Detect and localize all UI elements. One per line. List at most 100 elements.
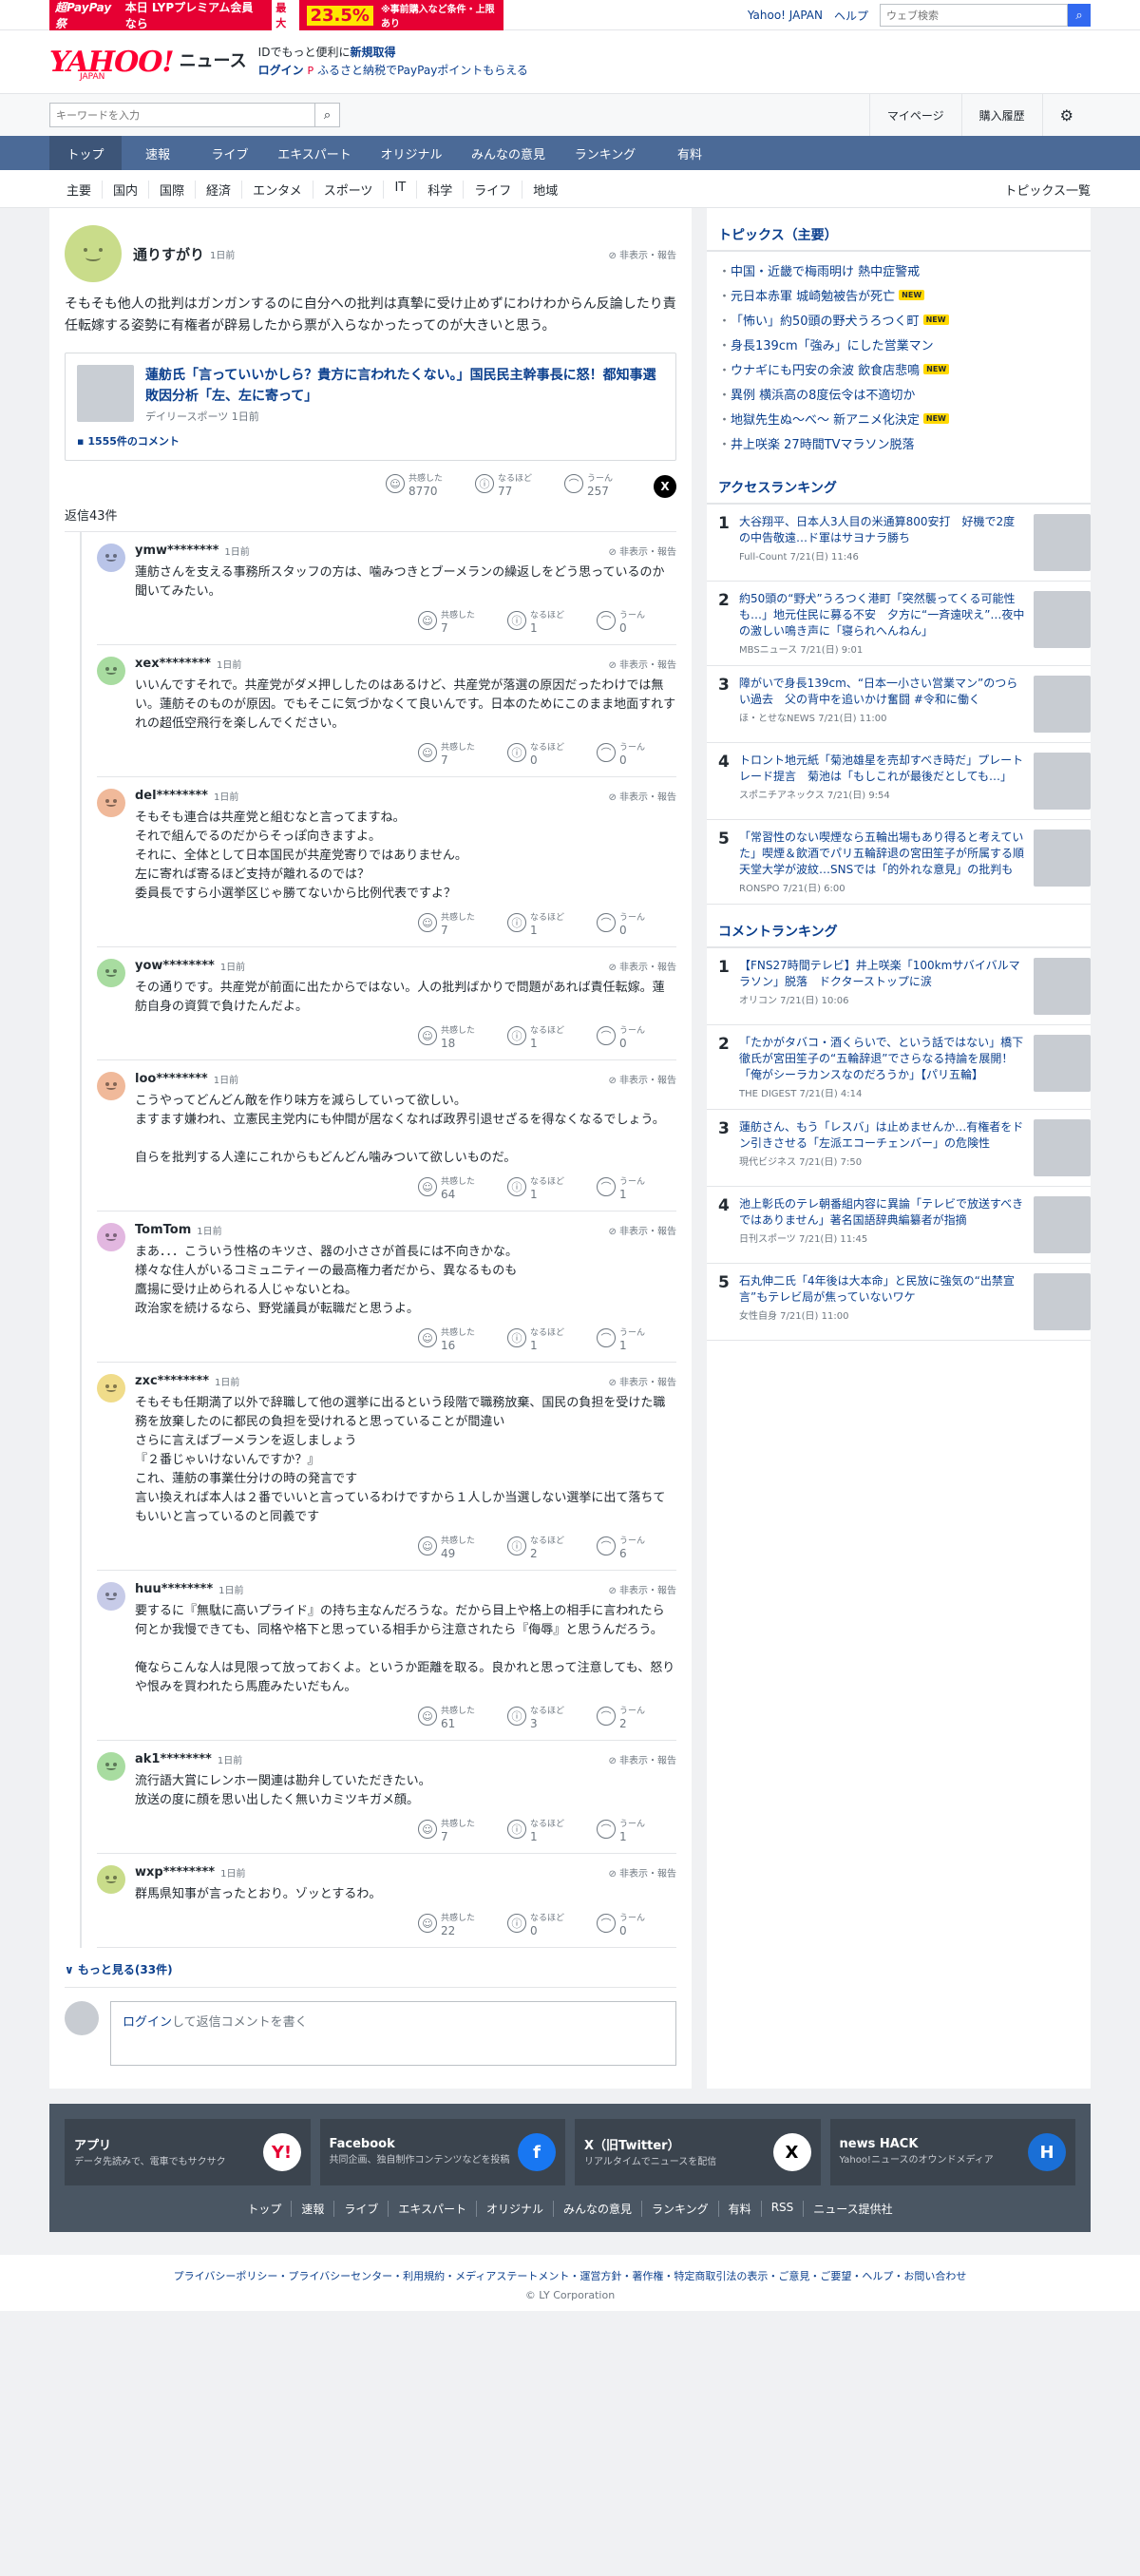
more-replies-button[interactable]: ∨ もっと見る(33件) [65, 1948, 676, 1987]
access-ranking-title[interactable]: アクセスランキング [707, 470, 1091, 505]
rank-thumbnail[interactable] [1034, 1119, 1091, 1176]
ranking-item[interactable]: 4 トロント地元紙「菊池雄星を売却すべき時だ」プレートレード提言 菊池は「もしこれ… [707, 743, 1091, 820]
report-link[interactable]: ⊘ 非表示・報告 [608, 959, 676, 973]
hmm-button[interactable]: ⌒ うーん 0 [597, 913, 676, 937]
rank-title[interactable]: 大谷翔平、日本人3人目の米通算800安打 好機で2度の中告敬遠…ド軍はサヨナラ勝… [739, 514, 1026, 546]
footer-card[interactable]: X（旧Twitter） リアルタイムでニュースを配信 X [575, 2119, 821, 2185]
nav-tab-2[interactable]: ライブ [194, 136, 266, 170]
x-share-icon[interactable]: X [654, 474, 676, 498]
agree-button[interactable]: ☺ 共感した 64 [418, 1177, 498, 1201]
article-title[interactable]: 蓮舫氏「言っていいかしら？貴方に言われたくない。」国民民主幹事長に怒！都知事選敗… [145, 365, 664, 407]
search-icon[interactable]: ⌕ [315, 103, 340, 127]
rank-thumbnail[interactable] [1034, 676, 1091, 733]
comment-user[interactable]: 通りすがり [133, 244, 204, 264]
footer-link[interactable]: トップ [238, 2201, 293, 2217]
footer-link[interactable]: オリジナル [477, 2201, 555, 2217]
naruhodo-button[interactable]: ⓘ なるほど 2 [507, 1536, 587, 1560]
footer-card[interactable]: アプリ データ先読みで、電車でもサクサク Y! [65, 2119, 311, 2185]
article-card[interactable]: 蓮舫氏「言っていいかしら？貴方に言われたくない。」国民民主幹事長に怒！都知事選敗… [65, 353, 676, 461]
subnav-item-7[interactable]: 科学 [417, 180, 465, 199]
yahoo-logo[interactable]: YAHOO! [49, 46, 175, 79]
nav-tab-0[interactable]: トップ [49, 136, 122, 170]
hmm-button[interactable]: ⌒ うーん 1 [597, 1177, 676, 1201]
ranking-item[interactable]: 3 蓮舫さん、もう「レスバ」は止めませんか…有権者をドン引きさせる「左派エコーチェ… [707, 1110, 1091, 1187]
yahoo-japan-link[interactable]: Yahoo! JAPAN [748, 9, 823, 22]
subnav-item-6[interactable]: IT [384, 180, 418, 199]
rank-title[interactable]: 池上彰氏のテレ朝番組内容に異論「テレビで放送すべきではありません」著名国語辞典編… [739, 1196, 1026, 1229]
ranking-item[interactable]: 4 池上彰氏のテレ朝番組内容に異論「テレビで放送すべきではありません」著名国語辞典… [707, 1187, 1091, 1264]
reply-login-link[interactable]: ログイン [123, 2015, 172, 2030]
help-link[interactable]: ヘルプ [834, 8, 868, 24]
reply-user[interactable]: xex******** [135, 657, 211, 671]
agree-button[interactable]: ☺ 共感した 22 [418, 1914, 498, 1937]
footer-link[interactable]: ライブ [334, 2201, 390, 2217]
report-link[interactable]: ⊘ 非表示・報告 [608, 1865, 676, 1880]
topic-item[interactable]: ウナギにも円安の余波 飲食店悲鳴NEW [707, 356, 1091, 381]
rank-thumbnail[interactable] [1034, 1273, 1091, 1330]
ranking-item[interactable]: 3 障がいで身長139cm、“日本一小さい営業マン”のつらい過去 父の背中を追いか… [707, 666, 1091, 743]
subnav-item-1[interactable]: 国内 [103, 180, 150, 199]
hmm-button[interactable]: ⌒ うーん 0 [597, 611, 676, 635]
comment-ranking-title[interactable]: コメントランキング [707, 914, 1091, 948]
furusato-link[interactable]: ふるさと納税でPayPayポイントもらえる [317, 64, 528, 77]
rank-thumbnail[interactable] [1034, 1196, 1091, 1253]
naruhodo-button[interactable]: ⓘ なるほど 1 [507, 913, 587, 937]
report-link[interactable]: ⊘ 非表示・報告 [608, 1752, 676, 1766]
agree-button[interactable]: ☺ 共感した 8770 [386, 474, 466, 498]
subnav-item-4[interactable]: エンタメ [242, 180, 314, 199]
ranking-item[interactable]: 2 「たかがタバコ・酒くらいで、という話ではない」橋下徹氏が宮田笙子の“五輪辞退”… [707, 1025, 1091, 1110]
footer-link[interactable]: 速報 [292, 2201, 335, 2217]
rank-title[interactable]: 【FNS27時間テレビ】井上咲楽「100kmサバイバルマラソン」脱落 ドクタース… [739, 958, 1026, 990]
history-link[interactable]: 購入履歴 [960, 94, 1042, 136]
subnav-item-3[interactable]: 経済 [196, 180, 243, 199]
naruhodo-button[interactable]: ⓘ なるほど 77 [475, 474, 555, 498]
rank-thumbnail[interactable] [1034, 514, 1091, 571]
keyword-input[interactable] [49, 103, 315, 127]
ranking-item[interactable]: 2 約50頭の“野犬”うろつく港町「突然襲ってくる可能性も…」地元住民に募る不安 … [707, 582, 1091, 666]
nav-tab-5[interactable]: みんなの意見 [460, 136, 557, 170]
agree-button[interactable]: ☺ 共感した 7 [418, 743, 498, 767]
agree-button[interactable]: ☺ 共感した 49 [418, 1536, 498, 1560]
rank-title[interactable]: 石丸伸二氏「4年後は大本命」と民放に強気の“出禁宣言”もテレビ局が焦っていないワ… [739, 1273, 1026, 1306]
search-icon[interactable]: ⌕ [1068, 4, 1091, 27]
topics-list-link[interactable]: トピックス一覧 [1004, 181, 1091, 199]
mypage-link[interactable]: マイページ [868, 94, 961, 136]
footer-link[interactable]: エキスパート [389, 2201, 477, 2217]
topic-item[interactable]: 「怖い」約50頭の野犬うろつく町NEW [707, 307, 1091, 332]
reply-user[interactable]: ymw******** [135, 544, 218, 558]
rank-title[interactable]: トロント地元紙「菊池雄星を売却すべき時だ」プレートレード提言 菊池は「もしこれが… [739, 753, 1026, 785]
topic-item[interactable]: 井上咲楽 27時間TVマラソン脱落 [707, 430, 1091, 455]
rank-title[interactable]: 「常習性のない喫煙なら五輪出場もあり得ると考えていた」喫煙＆飲酒でパリ五輪辞退の… [739, 830, 1026, 878]
report-link[interactable]: ⊘ 非表示・報告 [608, 247, 676, 261]
footer-card[interactable]: news HACK Yahoo!ニュースのオウンドメディア H [829, 2119, 1075, 2185]
naruhodo-button[interactable]: ⓘ なるほど 1 [507, 1177, 587, 1201]
signup-link[interactable]: 新規取得 [350, 46, 395, 59]
ranking-item[interactable]: 1 大谷翔平、日本人3人目の米通算800安打 好機で2度の中告敬遠…ド軍はサヨナラ… [707, 505, 1091, 582]
reply-user[interactable]: zxc******** [135, 1374, 209, 1388]
subnav-item-9[interactable]: 地域 [522, 181, 568, 199]
agree-button[interactable]: ☺ 共感した 61 [418, 1707, 498, 1730]
rank-thumbnail[interactable] [1034, 958, 1091, 1015]
rank-thumbnail[interactable] [1034, 830, 1091, 887]
reply-user[interactable]: TomTom [135, 1223, 191, 1237]
rank-thumbnail[interactable] [1034, 1035, 1091, 1092]
naruhodo-button[interactable]: ⓘ なるほど 0 [507, 1914, 587, 1937]
nav-tab-7[interactable]: 有料 [654, 136, 726, 170]
footer-link[interactable]: みんなの意見 [554, 2201, 643, 2217]
footer-link[interactable]: 有料 [719, 2201, 762, 2217]
reply-input[interactable]: ログインして返信コメントを書く [110, 2001, 676, 2066]
footer-link[interactable]: ランキング [642, 2201, 719, 2217]
rank-thumbnail[interactable] [1034, 753, 1091, 810]
legal-links[interactable]: プライバシーポリシー・プライバシーセンター・利用規約・メディアステートメント・運… [0, 2268, 1140, 2283]
reply-user[interactable]: del******** [135, 789, 208, 803]
web-search-input[interactable] [880, 4, 1068, 27]
promo-banner[interactable]: 超PayPay祭 本日 LYPプレミアム会員なら 最大 23.5% ※事前購入な… [49, 0, 504, 31]
agree-button[interactable]: ☺ 共感した 7 [418, 913, 498, 937]
report-link[interactable]: ⊘ 非表示・報告 [608, 544, 676, 558]
topic-item[interactable]: 異例 横浜高の8度伝令は不適切か [707, 381, 1091, 406]
report-link[interactable]: ⊘ 非表示・報告 [608, 1072, 676, 1086]
report-link[interactable]: ⊘ 非表示・報告 [608, 1582, 676, 1596]
hmm-button[interactable]: ⌒ うーん 2 [597, 1707, 676, 1730]
topic-item[interactable]: 中国・近畿で梅雨明け 熱中症警戒 [707, 258, 1091, 282]
rank-title[interactable]: 障がいで身長139cm、“日本一小さい営業マン”のつらい過去 父の背中を追いかけ… [739, 676, 1026, 708]
